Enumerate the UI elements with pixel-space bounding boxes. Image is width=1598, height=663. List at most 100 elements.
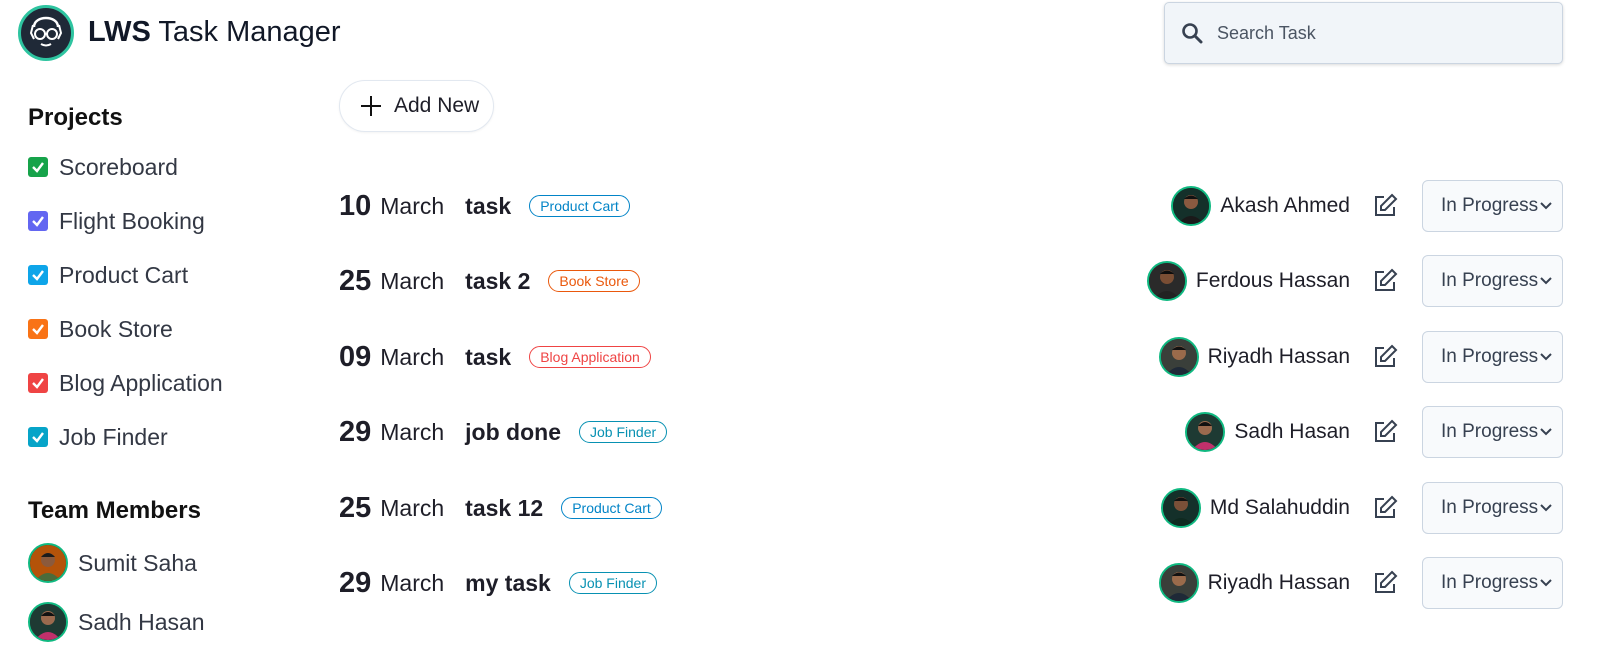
avatar xyxy=(1158,337,1199,377)
task-row[interactable]: 09 March task Blog Application Riyadh Ha… xyxy=(339,331,1563,383)
edit-icon[interactable] xyxy=(1370,493,1400,523)
task-date-day: 10 xyxy=(339,189,372,222)
edit-icon[interactable] xyxy=(1370,191,1400,221)
search-box[interactable] xyxy=(1164,2,1563,64)
task-row[interactable]: 25 March task 12 Product Cart Md Salahud… xyxy=(339,482,1563,534)
project-filter-scoreboard[interactable]: Scoreboard xyxy=(28,151,178,183)
project-filter-job-finder[interactable]: Job Finder xyxy=(28,421,168,453)
chevron-down-icon xyxy=(1540,277,1552,285)
project-badge: Job Finder xyxy=(568,572,657,594)
assignee-name: Md Salahuddin xyxy=(1209,496,1350,519)
status-select[interactable]: In Progress xyxy=(1422,255,1563,307)
status-value: In Progress xyxy=(1441,195,1539,216)
status-select[interactable]: In Progress xyxy=(1422,331,1563,383)
avatar xyxy=(1160,488,1201,528)
project-label: Blog Application xyxy=(59,369,223,396)
add-new-button[interactable]: Add New xyxy=(339,80,494,132)
status-select[interactable]: In Progress xyxy=(1422,557,1563,609)
task-date-month: March xyxy=(380,418,445,445)
assignee-name: Riyadh Hassan xyxy=(1207,571,1350,594)
project-badge: Book Store xyxy=(548,270,640,292)
app-logo xyxy=(18,5,74,61)
avatar xyxy=(1158,563,1199,603)
search-icon xyxy=(1182,23,1203,44)
project-label: Product Cart xyxy=(59,261,189,288)
chevron-down-icon xyxy=(1540,353,1552,361)
task-title: task xyxy=(465,343,512,370)
task-date-day: 29 xyxy=(339,415,372,448)
task-title: my task xyxy=(465,569,551,596)
checkbox-checked-icon[interactable] xyxy=(28,157,48,177)
assignee-name: Akash Ahmed xyxy=(1220,194,1350,217)
edit-icon[interactable] xyxy=(1370,266,1400,296)
avatar xyxy=(28,543,68,583)
edit-icon[interactable] xyxy=(1370,568,1400,598)
task-date-day: 25 xyxy=(339,491,372,524)
task-title: task xyxy=(465,192,512,219)
task-date-month: March xyxy=(380,343,445,370)
member-name: Sumit Saha xyxy=(78,549,197,576)
checkbox-checked-icon[interactable] xyxy=(28,373,48,393)
avatar xyxy=(1185,412,1226,452)
app-title-rest: Task Manager xyxy=(158,16,341,48)
assignee-name: Riyadh Hassan xyxy=(1207,345,1350,368)
status-value: In Progress xyxy=(1441,572,1539,593)
checkbox-checked-icon[interactable] xyxy=(28,319,48,339)
avatar xyxy=(1171,186,1212,226)
status-value: In Progress xyxy=(1441,346,1539,367)
checkbox-checked-icon[interactable] xyxy=(28,427,48,447)
task-row[interactable]: 25 March task 2 Book Store Ferdous Hassa… xyxy=(339,255,1563,307)
project-filter-product-cart[interactable]: Product Cart xyxy=(28,259,188,291)
status-select[interactable]: In Progress xyxy=(1422,482,1563,534)
member-name: Sadh Hasan xyxy=(78,608,205,635)
task-date-day: 29 xyxy=(339,566,372,599)
glasses-face-logo-icon xyxy=(29,16,63,47)
app-title: LWS Task Manager xyxy=(88,16,341,49)
add-new-label: Add New xyxy=(394,94,480,117)
project-label: Scoreboard xyxy=(59,153,178,180)
edit-icon[interactable] xyxy=(1370,342,1400,372)
avatar xyxy=(1146,261,1187,301)
assignee-name: Ferdous Hassan xyxy=(1195,269,1350,292)
checkbox-checked-icon[interactable] xyxy=(28,265,48,285)
project-badge: Job Finder xyxy=(579,421,668,443)
team-members-heading: Team Members xyxy=(28,497,201,524)
task-date-day: 25 xyxy=(339,264,372,297)
status-value: In Progress xyxy=(1441,421,1539,442)
task-date-month: March xyxy=(380,267,445,294)
task-row[interactable]: 29 March job done Job Finder Sadh Hasan … xyxy=(339,406,1563,458)
project-label: Job Finder xyxy=(59,423,168,450)
task-title: job done xyxy=(465,418,561,445)
task-title: task 12 xyxy=(465,494,544,521)
avatar xyxy=(28,602,68,642)
status-value: In Progress xyxy=(1441,497,1539,518)
team-member[interactable]: Sumit Saha xyxy=(28,543,197,583)
task-title: task 2 xyxy=(465,267,531,294)
status-select[interactable]: In Progress xyxy=(1422,406,1563,458)
project-badge: Product Cart xyxy=(561,497,662,519)
project-filter-book-store[interactable]: Book Store xyxy=(28,313,173,345)
project-badge: Product Cart xyxy=(529,195,630,217)
chevron-down-icon xyxy=(1540,504,1552,512)
task-date-month: March xyxy=(380,569,445,596)
task-row[interactable]: 10 March task Product Cart Akash Ahmed I… xyxy=(339,180,1563,232)
checkbox-checked-icon[interactable] xyxy=(28,211,48,231)
chevron-down-icon xyxy=(1540,579,1552,587)
team-member[interactable]: Sadh Hasan xyxy=(28,602,205,642)
project-label: Flight Booking xyxy=(59,207,205,234)
status-select[interactable]: In Progress xyxy=(1422,180,1563,232)
task-date-day: 09 xyxy=(339,340,372,373)
app-title-bold: LWS xyxy=(88,16,151,48)
task-row[interactable]: 29 March my task Job Finder Riyadh Hassa… xyxy=(339,557,1563,609)
chevron-down-icon xyxy=(1540,202,1552,210)
task-date-month: March xyxy=(380,494,445,521)
task-date-month: March xyxy=(380,192,445,219)
project-filter-blog-application[interactable]: Blog Application xyxy=(28,367,223,399)
project-label: Book Store xyxy=(59,315,173,342)
assignee-name: Sadh Hasan xyxy=(1234,420,1350,443)
edit-icon[interactable] xyxy=(1370,417,1400,447)
project-badge: Blog Application xyxy=(529,346,651,368)
search-input[interactable] xyxy=(1217,22,1537,44)
chevron-down-icon xyxy=(1540,428,1552,436)
project-filter-flight-booking[interactable]: Flight Booking xyxy=(28,205,205,237)
